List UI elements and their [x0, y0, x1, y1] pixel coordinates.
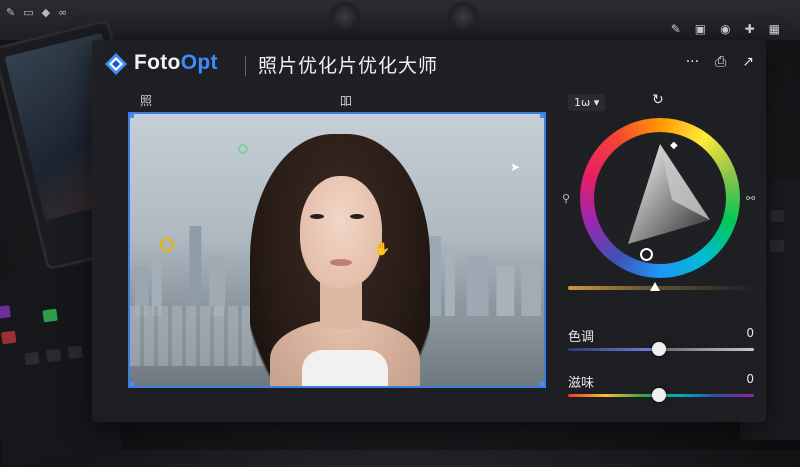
- reset-icon[interactable]: ↻: [652, 92, 664, 108]
- brightness-knob[interactable]: [650, 282, 660, 291]
- link-icon[interactable]: ⚯: [746, 192, 755, 205]
- canvas-label-right: 吅: [340, 94, 353, 108]
- slider-tone-thumb[interactable]: [652, 342, 667, 356]
- grid-icon: ▦: [768, 22, 780, 36]
- portrait-eye-right: [350, 214, 364, 219]
- share-icon[interactable]: ↗: [742, 54, 754, 70]
- app-window: FotoOpt 照片优化片优化大师 ··· ⎙ ↗ 照 吅 ➤ ✋ 1ѡ ▾ ↻…: [92, 40, 766, 422]
- sample-point-marker[interactable]: [238, 144, 248, 154]
- canvas-label-left: 照: [140, 94, 153, 108]
- app-name: FotoOpt: [134, 51, 218, 75]
- title-bar: FotoOpt 照片优化片优化大师 ··· ⎙ ↗: [92, 40, 766, 92]
- title-actions: ··· ⎙ ↗: [686, 54, 754, 70]
- adjustment-point-marker[interactable]: [160, 238, 174, 252]
- color-triangle[interactable]: [602, 140, 718, 256]
- title-divider: [245, 56, 246, 76]
- background-knob: [448, 2, 478, 32]
- app-name-suffix: Opt: [180, 51, 218, 74]
- adjustment-panel: 1ѡ ▾ ↻ ⚲ ⚯ ◆ 色调 0 滋味 0: [562, 92, 762, 412]
- brightness-track[interactable]: [568, 286, 752, 290]
- hand-cursor-icon: ✋: [374, 242, 391, 257]
- more-icon[interactable]: ···: [686, 54, 699, 70]
- portrait-top: [302, 350, 388, 386]
- slider-flavor-value: 0: [746, 372, 754, 386]
- crop-handle-top-right[interactable]: [540, 114, 544, 118]
- plus-icon: ✚: [744, 22, 755, 36]
- box-icon: ▣: [694, 22, 707, 36]
- crop-handle-top-left[interactable]: [130, 114, 134, 118]
- portrait-face: [300, 176, 382, 288]
- link-icon: ∞: [58, 6, 68, 19]
- chevron-down-icon: ▾: [590, 96, 600, 109]
- print-icon[interactable]: ⎙: [715, 54, 726, 70]
- edit-icon: ✎: [670, 22, 681, 36]
- camera-icon: ◉: [720, 22, 731, 36]
- photo-canvas[interactable]: ➤ ✋: [128, 112, 546, 388]
- background-top-right-icons: ✎ ▣ ◉ ✚ ▦: [671, 22, 780, 36]
- zoom-value: 1ѡ: [574, 96, 591, 109]
- slider-flavor-thumb[interactable]: [652, 388, 667, 402]
- shape-icon: ◆: [41, 6, 51, 19]
- brush-icon: ▭: [23, 6, 34, 19]
- background-knob: [330, 2, 360, 32]
- pen-icon: ✎: [6, 6, 16, 19]
- saturation-dot[interactable]: [640, 248, 653, 261]
- slider-flavor-label: 滋味: [568, 376, 595, 391]
- portrait-lips: [330, 259, 352, 266]
- app-name-prefix: Foto: [134, 51, 181, 74]
- crop-handle-bottom-left[interactable]: [130, 382, 134, 386]
- eyedropper-icon[interactable]: ⚲: [562, 192, 570, 205]
- app-subtitle: 照片优化片优化大师: [258, 55, 439, 77]
- portrait-eye-left: [310, 214, 324, 219]
- hue-knob-icon[interactable]: ◆: [670, 140, 678, 151]
- crop-handle-bottom-right[interactable]: [540, 382, 544, 386]
- color-wheel[interactable]: ◆: [580, 118, 740, 278]
- slider-tone-label: 色调: [568, 330, 595, 345]
- slider-tone-value: 0: [746, 326, 754, 340]
- zoom-dropdown[interactable]: 1ѡ ▾: [568, 94, 606, 111]
- app-logo-icon: [105, 53, 127, 75]
- pointer-cursor-icon: ➤: [510, 160, 521, 174]
- background-toolbar-icons: ✎ ▭ ◆ ∞: [6, 6, 67, 19]
